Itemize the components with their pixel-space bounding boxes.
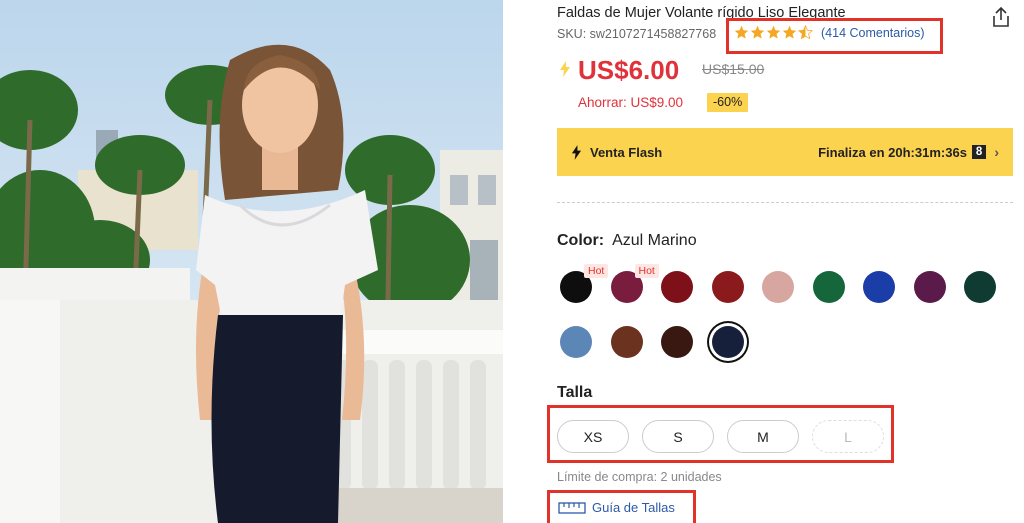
size-option-l[interactable]: L [812,420,884,453]
color-label: Color: [557,232,605,249]
purchase-limit-text: Límite de compra: 2 unidades [557,470,722,484]
section-divider [557,202,1013,203]
color-swatch[interactable] [863,271,895,303]
star-icon [734,25,749,39]
color-swatch[interactable] [964,271,996,303]
chevron-right-icon: › [994,144,999,160]
original-price: US$15.00 [702,61,765,77]
size-label: Talla [557,384,593,401]
color-swatch[interactable] [762,271,794,303]
color-swatch[interactable] [610,326,643,358]
hot-badge: Hot [634,264,659,278]
reviews-link[interactable]: (414 Comentarios) [821,26,925,40]
color-selection-label: Color: Azul Marino [557,232,697,250]
flash-sale-countdown: Finaliza en 20h:31m:36s [818,144,967,160]
color-swatch[interactable] [812,271,845,303]
size-option-s[interactable]: S [642,420,714,453]
color-swatch[interactable] [661,271,693,303]
star-icon [782,25,797,39]
hot-badge: Hot [584,264,609,278]
color-selected-value: Azul Marino [612,232,697,249]
rating-stars[interactable] [734,25,813,40]
color-swatch[interactable] [711,326,744,358]
size-guide-link[interactable]: Guía de Tallas [558,500,675,515]
share-icon[interactable] [990,6,1012,28]
lightning-bolt-icon [571,144,582,160]
ruler-icon [558,501,586,514]
size-option-xs[interactable]: XS [557,420,629,453]
size-option-m[interactable]: M [727,420,799,453]
product-sku: SKU: sw2107271458827768 [557,27,717,41]
product-info-panel: Faldas de Mujer Volante rígido Liso Eleg… [547,0,1017,523]
product-photo[interactable] [0,0,503,523]
star-icon [750,25,765,39]
color-swatch[interactable] [661,326,693,358]
color-swatch[interactable] [560,326,592,358]
size-guide-label: Guía de Tallas [592,500,675,515]
savings-text: Ahorrar: US$9.00 [578,95,684,110]
color-swatch[interactable] [711,271,744,303]
discount-badge: -60% [707,93,749,112]
flash-sale-label: Venta Flash [590,144,663,160]
star-half-icon [798,25,813,40]
current-price: US$6.00 [578,55,680,85]
flash-sale-banner[interactable]: Venta Flash Finaliza en 20h:31m:36s 8 › [557,128,1013,176]
lightning-bolt-icon [560,61,570,77]
star-icon [766,25,781,39]
color-swatch[interactable] [913,271,946,303]
countdown-badge: 8 [971,145,987,159]
